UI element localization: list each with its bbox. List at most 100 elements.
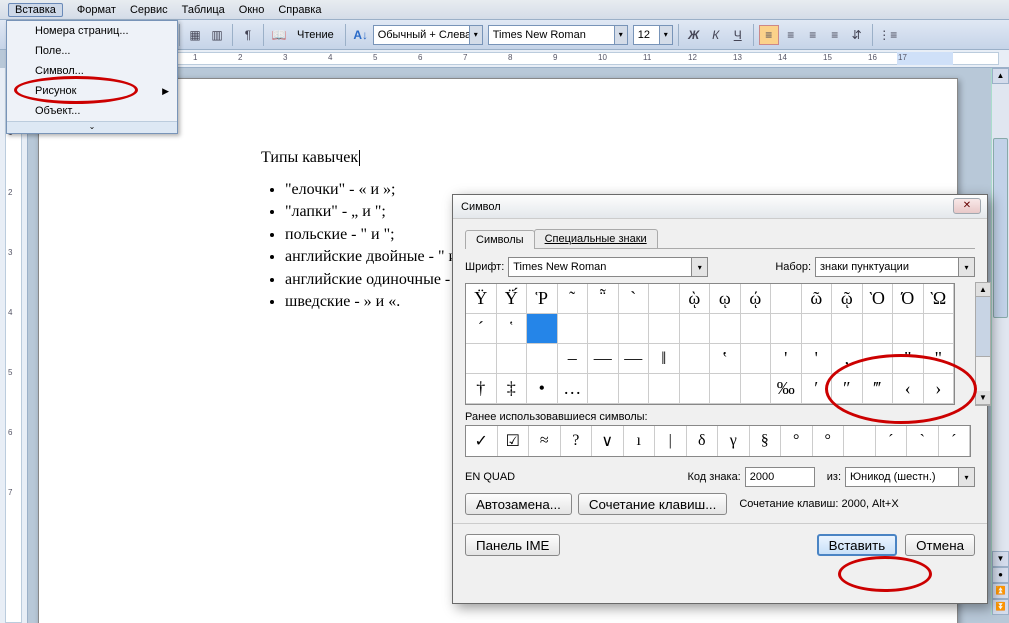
table-icon[interactable]: ▦ xyxy=(185,25,205,45)
symbol-cell[interactable] xyxy=(924,314,955,344)
symbol-cell[interactable] xyxy=(863,314,894,344)
symbol-cell[interactable] xyxy=(680,344,711,374)
autoreplace-button[interactable]: Автозамена... xyxy=(465,493,572,515)
recent-symbol-cell[interactable]: ☑ xyxy=(498,426,530,456)
symbol-cell[interactable] xyxy=(527,344,558,374)
symbol-cell[interactable]: ″ xyxy=(832,374,863,404)
recent-symbol-cell[interactable]: ´ xyxy=(876,426,908,456)
symbol-cell[interactable]: ' xyxy=(802,344,833,374)
symbol-cell[interactable]: " xyxy=(893,344,924,374)
symbol-cell[interactable]: • xyxy=(527,374,558,404)
scroll-down-icon[interactable]: ▼ xyxy=(976,391,990,405)
reading-label[interactable]: Чтение xyxy=(297,29,334,41)
menu-tablica[interactable]: Таблица xyxy=(182,4,225,16)
recent-symbol-cell[interactable]: | xyxy=(655,426,687,456)
recent-symbol-cell[interactable]: ı xyxy=(624,426,656,456)
symbol-cell[interactable]: … xyxy=(558,374,589,404)
recent-symbol-cell[interactable]: ° xyxy=(781,426,813,456)
menu-spravka[interactable]: Справка xyxy=(278,4,321,16)
symbol-cell[interactable] xyxy=(680,314,711,344)
symbol-cell[interactable] xyxy=(741,374,772,404)
align-right-icon[interactable]: ≡ xyxy=(803,25,823,45)
symbol-cell[interactable]: ‰ xyxy=(771,374,802,404)
cancel-button[interactable]: Отмена xyxy=(905,534,975,556)
recent-symbol-cell[interactable]: ˊ xyxy=(939,426,971,456)
underline-button[interactable]: Ч xyxy=(728,25,748,45)
font-combo[interactable]: Times New Roman▾ xyxy=(488,25,628,45)
symbol-cell[interactable]: ‹ xyxy=(893,374,924,404)
symbol-cell[interactable]: ‡ xyxy=(497,374,528,404)
menu-item-page-numbers[interactable]: Номера страниц... xyxy=(7,21,177,41)
symbol-cell[interactable]: ‛ xyxy=(710,344,741,374)
symbol-cell[interactable]: ῷ xyxy=(832,284,863,314)
align-justify-icon[interactable]: ≡ xyxy=(825,25,845,45)
dialog-titlebar[interactable]: Символ ✕ xyxy=(453,195,987,219)
shortcut-button[interactable]: Сочетание клавиш... xyxy=(578,493,727,515)
recent-symbols-grid[interactable]: ✓☑≈?∨ı|δγ§°°´`ˊ xyxy=(465,425,971,457)
columns-icon[interactable]: ▥ xyxy=(207,25,227,45)
symbol-cell[interactable]: — xyxy=(588,344,619,374)
symbol-cell[interactable] xyxy=(680,374,711,404)
symbol-cell[interactable]: › xyxy=(924,374,955,404)
recent-symbol-cell[interactable]: δ xyxy=(687,426,719,456)
italic-button[interactable]: К xyxy=(706,25,726,45)
bold-button[interactable]: Ж xyxy=(684,25,704,45)
recent-symbol-cell[interactable]: γ xyxy=(718,426,750,456)
symbol-cell[interactable] xyxy=(832,314,863,344)
symbol-cell[interactable]: Ό xyxy=(893,284,924,314)
symbol-cell[interactable]: Ὼ xyxy=(924,284,955,314)
symbol-cell[interactable]: ῁ xyxy=(588,284,619,314)
align-left-icon[interactable]: ≡ xyxy=(759,25,779,45)
menu-vstavka[interactable]: Вставка xyxy=(8,3,63,17)
symbol-cell[interactable] xyxy=(619,314,650,344)
fontsize-combo[interactable]: 12▾ xyxy=(633,25,673,45)
next-page-icon[interactable]: ⏬ xyxy=(992,599,1009,615)
symbol-cell[interactable] xyxy=(741,344,772,374)
menu-okno[interactable]: Окно xyxy=(239,4,265,16)
symbol-cell[interactable]: ‴ xyxy=(863,374,894,404)
symbol-cell[interactable]: ‖ xyxy=(649,344,680,374)
vertical-ruler[interactable]: 1 2 3 4 5 6 7 xyxy=(0,68,28,623)
expand-menu-icon[interactable]: ⌄ xyxy=(7,121,177,133)
menu-format[interactable]: Формат xyxy=(77,4,116,16)
vertical-scrollbar[interactable]: ▲ ▼ ● ⏫ ⏬ xyxy=(991,68,1009,615)
align-center-icon[interactable]: ≡ xyxy=(781,25,801,45)
symbol-cell[interactable] xyxy=(588,374,619,404)
recent-symbol-cell[interactable]: ≈ xyxy=(529,426,561,456)
symbol-cell[interactable]: ′ xyxy=(802,374,833,404)
styles-icon[interactable]: A↓ xyxy=(351,25,371,45)
pilcrow-icon[interactable]: ¶ xyxy=(238,25,258,45)
scroll-down-icon[interactable]: ▼ xyxy=(992,551,1009,567)
tab-special[interactable]: Специальные знаки xyxy=(534,229,658,248)
recent-symbol-cell[interactable]: ∨ xyxy=(592,426,624,456)
tab-symbols[interactable]: Символы xyxy=(465,230,535,249)
select-browse-icon[interactable]: ● xyxy=(992,567,1009,583)
symbol-cell[interactable] xyxy=(649,314,680,344)
close-button[interactable]: ✕ xyxy=(953,198,981,214)
menu-item-symbol[interactable]: Символ... xyxy=(7,61,177,81)
symbol-cell[interactable]: ' xyxy=(771,344,802,374)
symbol-cell[interactable]: ‚ xyxy=(832,344,863,374)
symbol-cell[interactable] xyxy=(619,374,650,404)
scroll-thumb[interactable] xyxy=(976,297,990,357)
scroll-up-icon[interactable]: ▲ xyxy=(976,283,990,297)
symbol-cell[interactable]: † xyxy=(466,374,497,404)
symbol-cell[interactable]: ῀ xyxy=(558,284,589,314)
prev-page-icon[interactable]: ⏫ xyxy=(992,583,1009,599)
menu-item-picture[interactable]: Рисунок▶ xyxy=(7,81,177,101)
symbol-cell[interactable] xyxy=(893,314,924,344)
symbol-cell[interactable]: ῶ xyxy=(802,284,833,314)
style-combo[interactable]: Обычный + Слева▾ xyxy=(373,25,483,45)
menu-item-object[interactable]: Объект... xyxy=(7,101,177,121)
symbol-cell[interactable] xyxy=(466,344,497,374)
char-code-input[interactable]: 2000 xyxy=(745,467,815,487)
recent-symbol-cell[interactable]: ✓ xyxy=(466,426,498,456)
font-select[interactable]: Times New Roman▾ xyxy=(508,257,708,277)
recent-symbol-cell[interactable]: ? xyxy=(561,426,593,456)
symbol-cell[interactable]: ῲ xyxy=(680,284,711,314)
recent-symbol-cell[interactable]: ` xyxy=(907,426,939,456)
symbol-cell[interactable] xyxy=(558,314,589,344)
subset-select[interactable]: знаки пунктуации▾ xyxy=(815,257,975,277)
recent-symbol-cell[interactable]: ° xyxy=(813,426,845,456)
symbol-cell[interactable] xyxy=(802,314,833,344)
